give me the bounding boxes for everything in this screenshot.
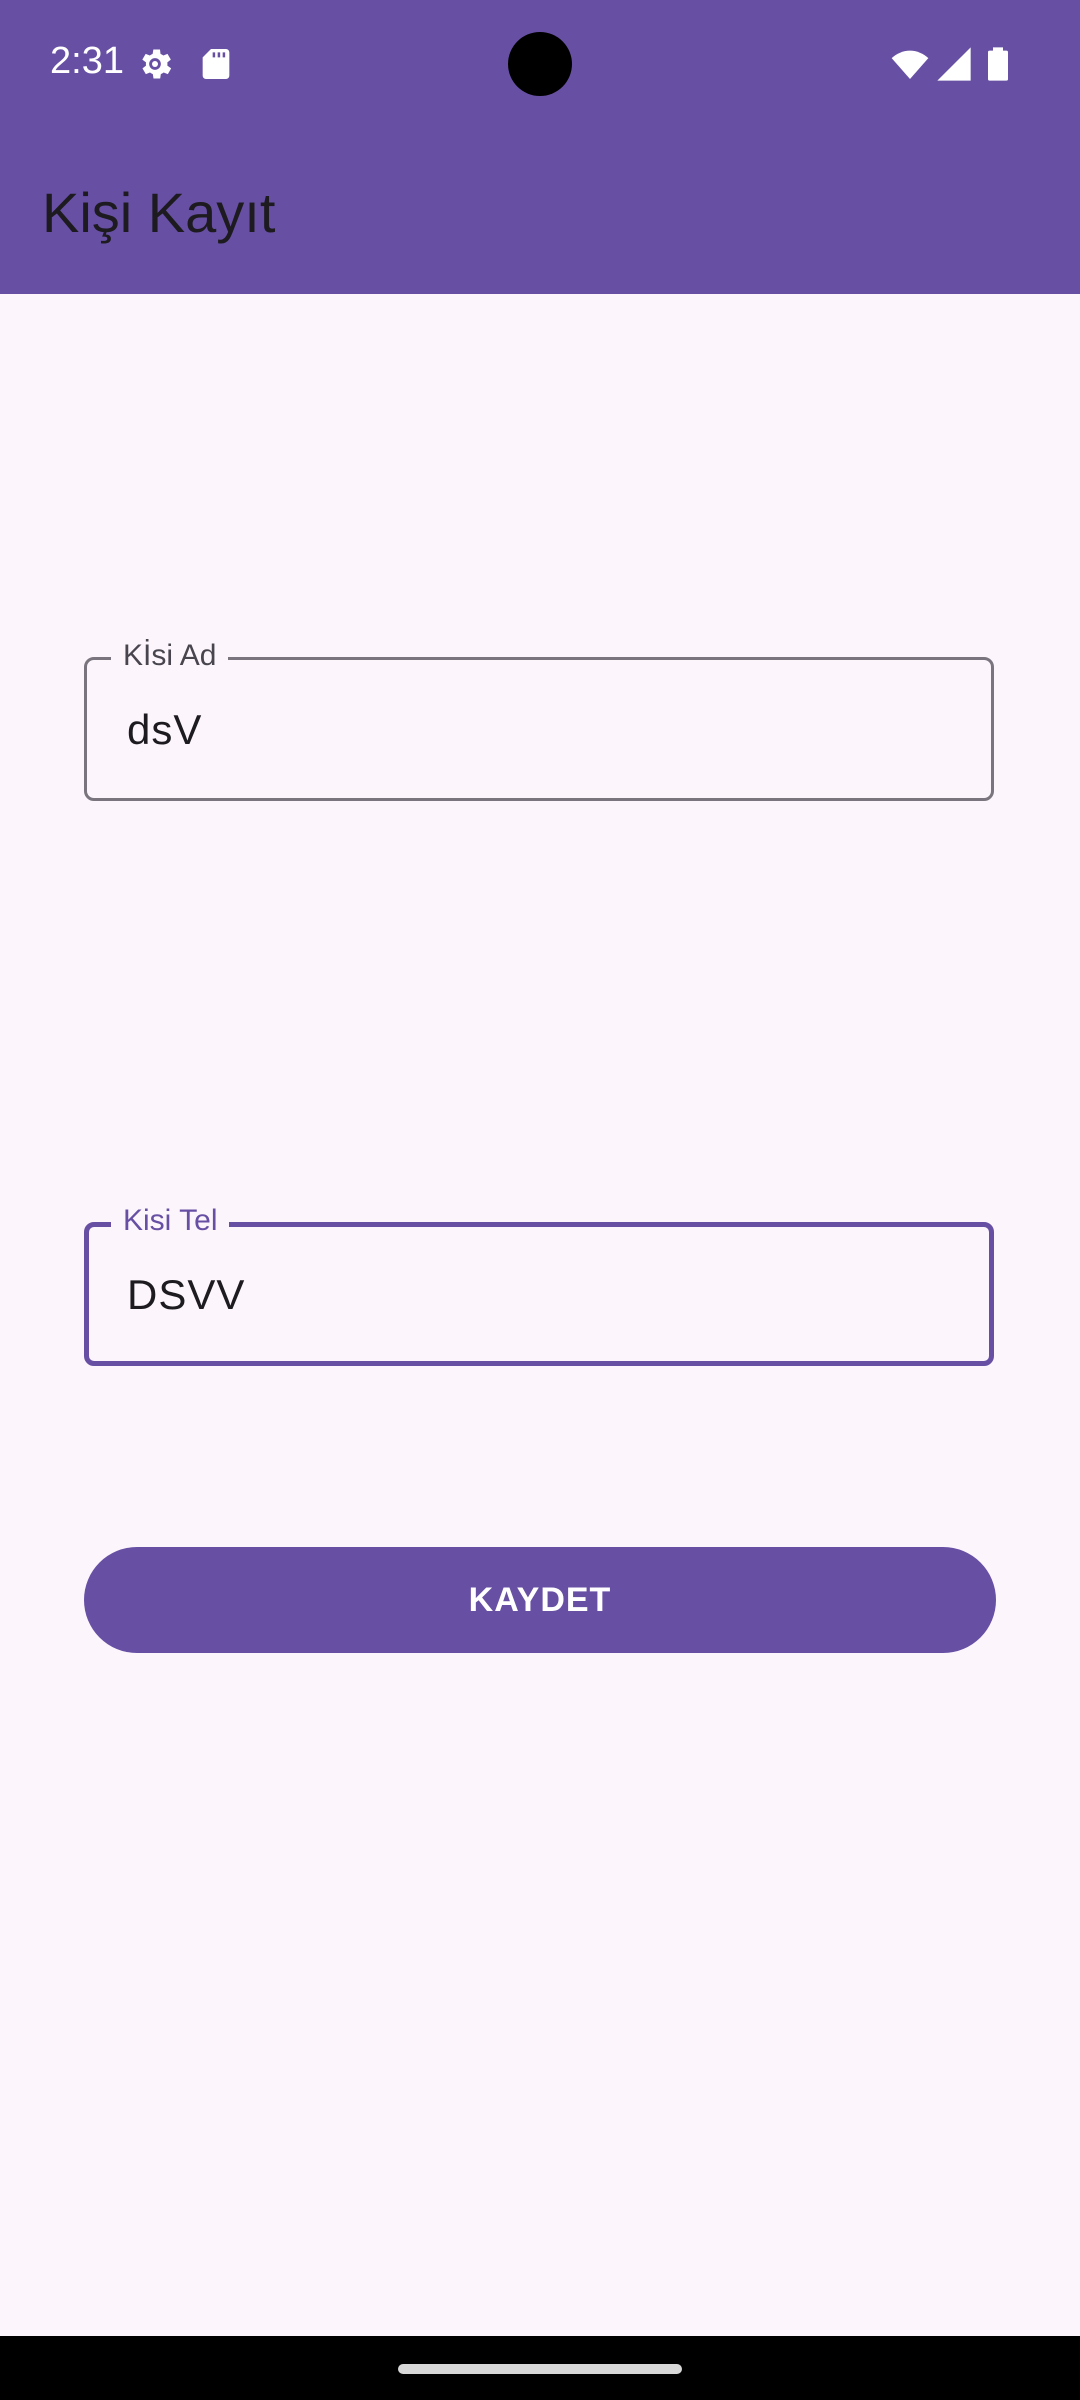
phone-field-label: Kisi Tel [111,1203,230,1239]
navigation-bar [0,2336,1080,2400]
phone-field[interactable]: Kisi Tel DSVV [84,1203,994,1366]
save-button[interactable]: KAYDET [84,1547,996,1653]
settings-gear-icon [135,44,175,84]
page-title: Kişi Kayıt [42,181,276,244]
name-field-value[interactable]: dsV [127,704,202,756]
home-indicator[interactable] [398,2364,682,2374]
phone-field-value[interactable]: DSVV [127,1269,245,1321]
name-field[interactable]: Kİsi Ad dsV [84,638,994,801]
sd-card-icon [196,44,236,84]
status-time: 2:31 [50,40,124,82]
status-bar: 2:31 [0,0,1080,128]
wifi-icon [890,44,930,84]
app-bar: Kişi Kayıt [0,128,1080,294]
cellular-signal-icon [934,44,974,84]
camera-cutout [508,32,572,96]
app-screen: 2:31 Kişi Kayıt Kİsi Ad dsV Kisi Tel DSV… [0,0,1080,2400]
name-field-label: Kİsi Ad [111,638,229,674]
battery-icon [978,44,1018,84]
